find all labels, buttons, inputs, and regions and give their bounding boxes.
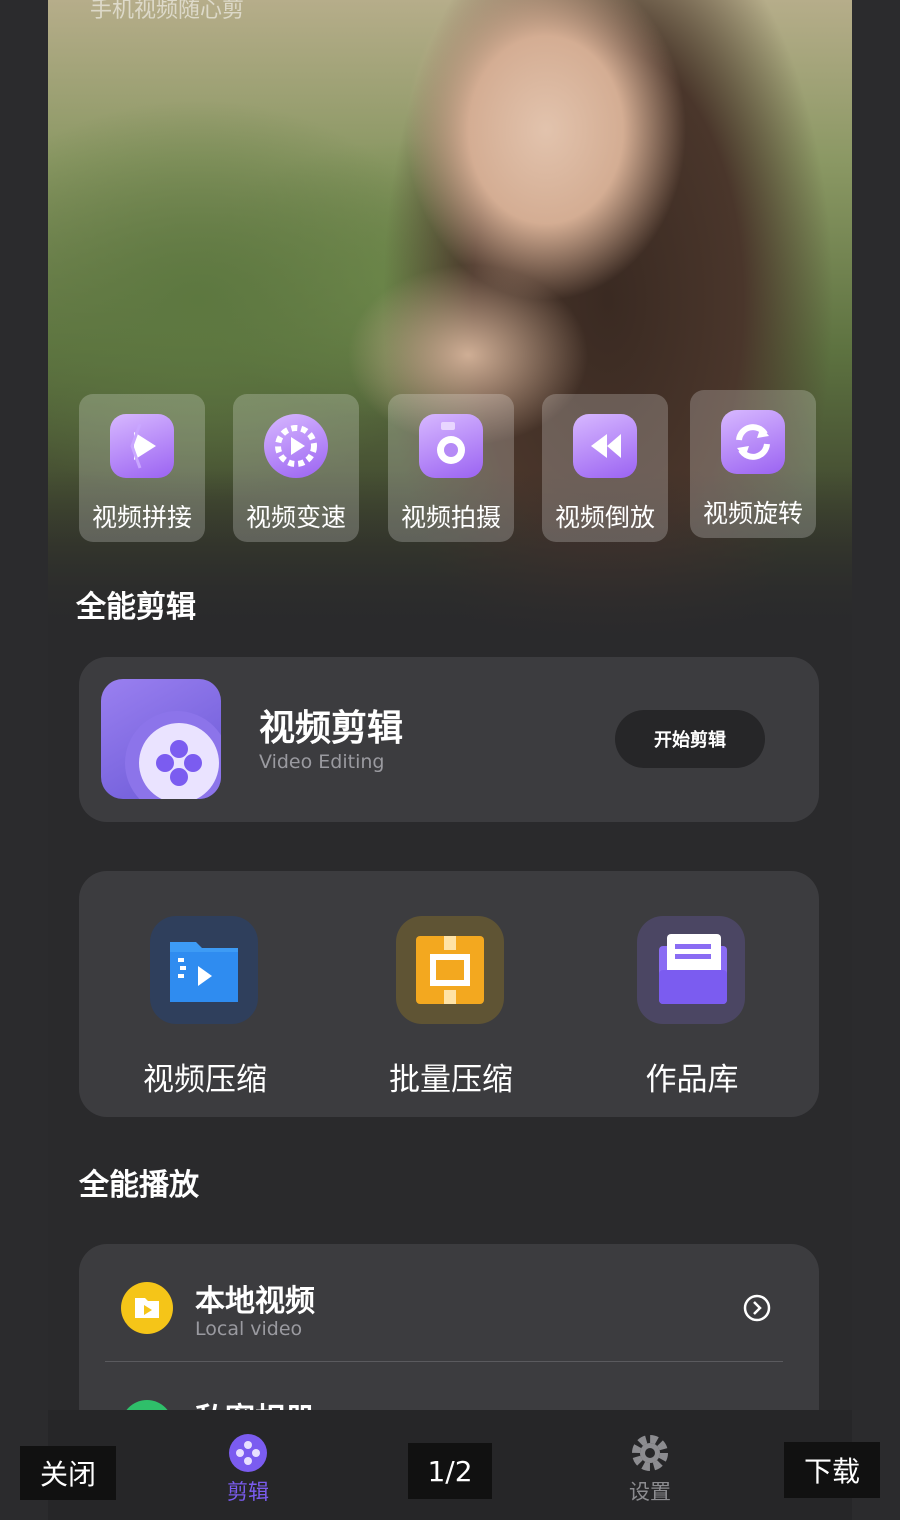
list-item-local-video[interactable]: 本地视频 Local video bbox=[79, 1254, 819, 1364]
nav-item-edit[interactable]: 剪辑 bbox=[218, 1432, 278, 1506]
chevron-right-circle-icon bbox=[743, 1294, 771, 1322]
splice-play-icon bbox=[110, 414, 174, 478]
quick-tool-splice[interactable]: 视频拼接 bbox=[79, 394, 205, 542]
quick-tool-label: 视频拼接 bbox=[91, 503, 192, 532]
nav-label: 剪辑 bbox=[227, 1480, 269, 1504]
speed-gear-play-icon bbox=[264, 414, 328, 478]
close-button[interactable]: 关闭 bbox=[20, 1446, 116, 1500]
video-editing-subtitle: Video Editing bbox=[259, 751, 385, 773]
quick-tool-label: 视频变速 bbox=[245, 503, 346, 532]
nav-label: 设置 bbox=[629, 1480, 671, 1504]
document-library-icon bbox=[637, 916, 745, 1024]
batch-compress-icon bbox=[396, 916, 504, 1024]
video-folder-icon bbox=[150, 916, 258, 1024]
app-screen: 手机视频随心剪 视频拼接 视频变速 视频拍摄 视频倒放 视频旋转 全能剪辑 视频… bbox=[48, 0, 852, 1520]
tool-video-compress[interactable]: 视频压缩 bbox=[105, 916, 285, 1116]
page-indicator: 1/2 bbox=[408, 1443, 492, 1499]
quick-tool-label: 视频拍摄 bbox=[400, 503, 501, 532]
list-item-title: 本地视频 bbox=[195, 1284, 315, 1319]
start-editing-button[interactable]: 开始剪辑 bbox=[615, 710, 765, 768]
hero-banner: 手机视频随心剪 视频拼接 视频变速 视频拍摄 视频倒放 视频旋转 全能剪辑 bbox=[48, 0, 852, 640]
camera-icon bbox=[419, 414, 483, 478]
video-editing-card[interactable]: 视频剪辑 Video Editing 开始剪辑 bbox=[79, 657, 819, 822]
quick-tools: 视频拼接 视频变速 视频拍摄 视频倒放 视频旋转 bbox=[48, 390, 852, 544]
video-editing-title: 视频剪辑 bbox=[259, 708, 404, 749]
quick-tool-speed[interactable]: 视频变速 bbox=[233, 394, 359, 542]
quick-tool-shoot[interactable]: 视频拍摄 bbox=[388, 394, 514, 542]
rewind-icon bbox=[573, 414, 637, 478]
list-item-subtitle: Local video bbox=[195, 1318, 303, 1340]
nav-item-settings[interactable]: 设置 bbox=[620, 1432, 680, 1506]
local-video-folder-icon bbox=[121, 1282, 173, 1334]
tools-card: 视频压缩 批量压缩 作品库 bbox=[79, 871, 819, 1117]
film-reel-icon bbox=[101, 679, 221, 799]
quick-tool-label: 视频旋转 bbox=[702, 499, 803, 528]
quick-tool-reverse[interactable]: 视频倒放 bbox=[542, 394, 668, 542]
tool-batch-compress[interactable]: 批量压缩 bbox=[351, 916, 531, 1116]
section-title-play: 全能播放 bbox=[79, 1168, 199, 1203]
quick-tool-label: 视频倒放 bbox=[554, 503, 655, 532]
download-button[interactable]: 下载 bbox=[784, 1442, 880, 1498]
tool-label: 作品库 bbox=[645, 1062, 739, 1098]
quick-tool-rotate[interactable]: 视频旋转 bbox=[690, 390, 816, 538]
tool-works-library[interactable]: 作品库 bbox=[592, 916, 772, 1116]
tool-label: 视频压缩 bbox=[143, 1062, 267, 1098]
rotate-icon bbox=[721, 410, 785, 474]
tool-label: 批量压缩 bbox=[389, 1062, 513, 1098]
section-title-edit: 全能剪辑 bbox=[76, 590, 196, 625]
divider bbox=[105, 1361, 783, 1362]
gear-icon bbox=[629, 1432, 671, 1474]
hero-subtitle: 手机视频随心剪 bbox=[90, 0, 245, 23]
film-reel-icon bbox=[227, 1432, 269, 1474]
